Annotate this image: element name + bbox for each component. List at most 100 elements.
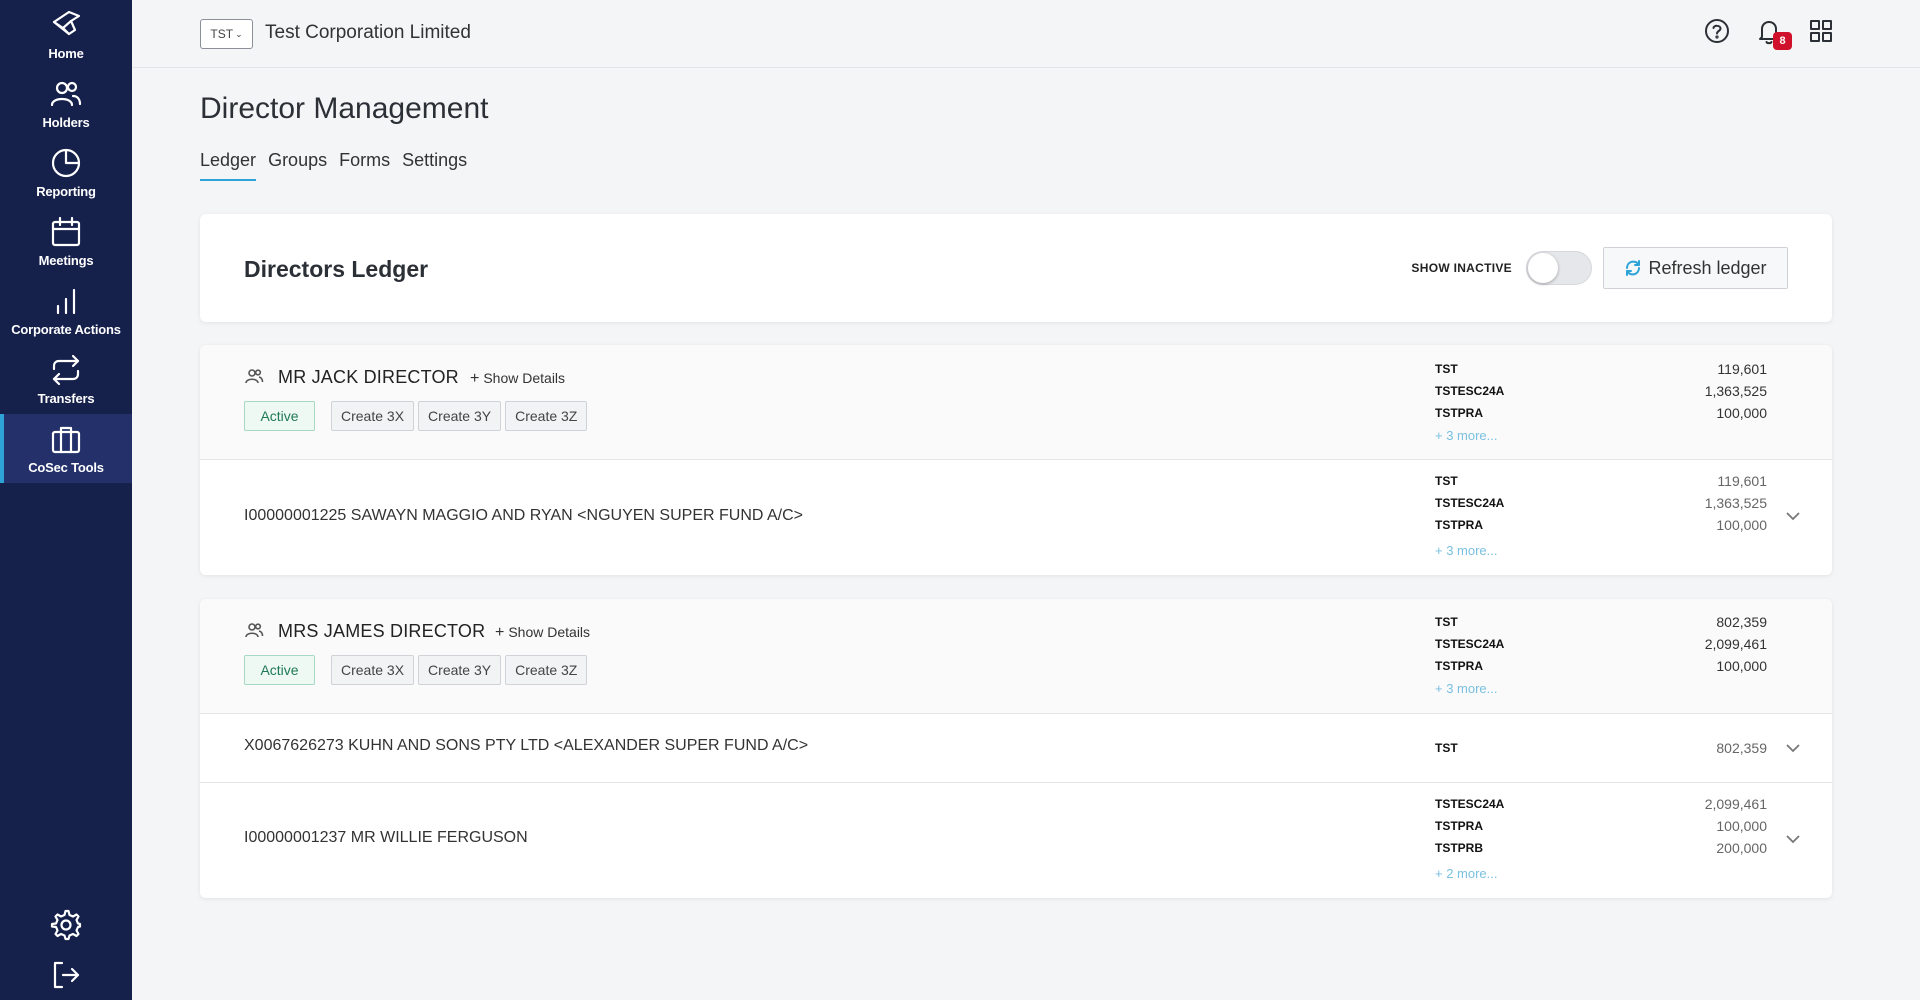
show-details-link[interactable]: + Show Details <box>470 370 565 388</box>
holder-name: X0067626273 KUHN AND SONS PTY LTD <ALEXA… <box>244 737 809 754</box>
status-badge: Active <box>244 655 315 685</box>
holding-code: TSTPRB <box>1435 841 1483 855</box>
status-badge: Active <box>244 401 315 431</box>
create-3z-button[interactable]: Create 3Z <box>505 401 588 431</box>
holder-holdings: TST 119,601 TSTESC24A 1,363,525 TSTPRA 100,… <box>1435 470 1767 561</box>
holder-name: I00000001225 SAWAYN MAGGIO AND RYAN <NGU… <box>244 507 804 524</box>
holding-code: TSTESC24A <box>1435 797 1505 811</box>
sidebar-item-holders[interactable]: Holders <box>0 69 132 138</box>
holding-code: TSTPRA <box>1435 406 1483 420</box>
sidebar: Home Holders Reporting Meetings Corporat… <box>0 0 132 1000</box>
holder-row[interactable]: I00000001237 MR WILLIE FERGUSON TSTESC24… <box>200 783 1832 898</box>
users-icon <box>244 621 264 641</box>
chevron-down-icon[interactable] <box>1784 507 1802 525</box>
sidebar-item-reporting[interactable]: Reporting <box>0 138 132 207</box>
create-3y-button[interactable]: Create 3Y <box>418 655 502 685</box>
top-bar: TST ⌄ Test Corporation Limited 8 <box>132 0 1920 68</box>
sidebar-item-meetings[interactable]: Meetings <box>0 207 132 276</box>
tab-ledger[interactable]: Ledger <box>200 150 257 181</box>
show-details-label: Show Details <box>483 370 566 386</box>
holding-value: 802,359 <box>1716 614 1767 630</box>
director-card: MRS JAMES DIRECTOR + Show Details Active … <box>200 599 1832 898</box>
chevron-down-icon[interactable] <box>1784 739 1802 757</box>
sidebar-item-cosec-tools[interactable]: CoSec Tools <box>0 414 132 483</box>
plus-icon: + <box>495 624 505 641</box>
holding-line: TSTPRA 100,000 <box>1435 655 1767 677</box>
holding-code: TSTPRA <box>1435 819 1483 833</box>
refresh-ledger-button[interactable]: Refresh ledger <box>1603 247 1788 289</box>
more-holdings-link[interactable]: + 2 more... <box>1435 862 1767 884</box>
bar-chart-icon <box>56 288 76 315</box>
director-card: MR JACK DIRECTOR + Show Details Active Cr… <box>200 345 1832 575</box>
logout-icon <box>53 961 80 989</box>
holding-line: TSTPRA 100,000 <box>1435 402 1767 424</box>
grid-icon <box>1810 20 1832 42</box>
users-icon <box>50 81 82 107</box>
settings-button[interactable] <box>0 900 132 950</box>
more-holdings-link[interactable]: + 3 more... <box>1435 677 1767 699</box>
sidebar-item-label: Reporting <box>36 184 96 199</box>
holder-row[interactable]: X0067626273 KUHN AND SONS PTY LTD <ALEXA… <box>200 714 1832 783</box>
holding-code: TSTESC24A <box>1435 384 1505 398</box>
holding-value: 100,000 <box>1716 818 1767 834</box>
create-actions: Create 3X Create 3Y Create 3Z <box>331 401 588 431</box>
holding-value: 802,359 <box>1716 740 1767 756</box>
create-3x-button[interactable]: Create 3X <box>331 401 415 431</box>
director-name: MR JACK DIRECTOR <box>278 367 459 387</box>
show-details-link[interactable]: + Show Details <box>495 624 590 642</box>
director-header: MRS JAMES DIRECTOR + Show Details Active … <box>200 599 1832 714</box>
page-tabs: Ledger Groups Forms Settings <box>200 150 467 181</box>
apps-button[interactable] <box>1806 16 1836 46</box>
sidebar-item-label: Transfers <box>37 391 95 406</box>
chevron-down-icon[interactable] <box>1784 830 1802 848</box>
refresh-ledger-label: Refresh ledger <box>1648 257 1767 278</box>
create-3z-button[interactable]: Create 3Z <box>505 655 588 685</box>
holding-code: TST <box>1435 741 1458 755</box>
sidebar-item-transfers[interactable]: Transfers <box>0 345 132 414</box>
home-icon <box>52 10 81 36</box>
tab-forms[interactable]: Forms <box>339 150 390 181</box>
holding-value: 200,000 <box>1716 840 1767 856</box>
holding-line: TSTESC24A 2,099,461 <box>1435 793 1767 815</box>
logout-button[interactable] <box>0 950 132 1000</box>
pie-chart-icon <box>51 148 81 178</box>
help-button[interactable] <box>1702 16 1732 46</box>
notifications-button[interactable]: 8 <box>1754 16 1792 50</box>
holding-value: 100,000 <box>1716 658 1767 674</box>
plus-icon: + <box>470 370 480 387</box>
briefcase-icon <box>51 426 81 454</box>
holding-value: 2,099,461 <box>1704 636 1767 652</box>
show-inactive-label: SHOW INACTIVE <box>1411 261 1512 275</box>
sidebar-item-label: Holders <box>42 115 90 130</box>
sidebar-item-home[interactable]: Home <box>0 0 132 69</box>
tab-groups[interactable]: Groups <box>268 150 327 181</box>
director-holdings: TST 119,601 TSTESC24A 1,363,525 TSTPRA 100,… <box>1435 358 1767 446</box>
tab-settings[interactable]: Settings <box>402 150 467 181</box>
transfer-icon <box>52 354 80 386</box>
create-actions: Create 3X Create 3Y Create 3Z <box>331 655 588 685</box>
chevron-down-icon: ⌄ <box>235 28 243 39</box>
company-selector[interactable]: TST ⌄ <box>200 19 253 49</box>
sidebar-item-label: Home <box>48 46 84 61</box>
holder-holdings: TST 802,359 <box>1435 737 1767 759</box>
more-holdings-link[interactable]: + 3 more... <box>1435 424 1767 446</box>
show-inactive-toggle[interactable] <box>1526 251 1592 285</box>
holding-code: TSTPRA <box>1435 518 1483 532</box>
more-holdings-link[interactable]: + 3 more... <box>1435 539 1767 561</box>
holder-name: I00000001237 MR WILLIE FERGUSON <box>244 829 528 846</box>
create-3x-button[interactable]: Create 3X <box>331 655 415 685</box>
holding-value: 1,363,525 <box>1704 383 1767 399</box>
holding-line: TSTPRA 100,000 <box>1435 514 1767 536</box>
holding-line: TSTESC24A 1,363,525 <box>1435 492 1767 514</box>
holding-value: 1,363,525 <box>1704 495 1767 511</box>
holding-code: TSTESC24A <box>1435 637 1505 651</box>
sidebar-item-label: CoSec Tools <box>28 460 104 475</box>
sidebar-item-corporate-actions[interactable]: Corporate Actions <box>0 276 132 345</box>
notification-badge: 8 <box>1773 32 1792 50</box>
holder-row[interactable]: I00000001225 SAWAYN MAGGIO AND RYAN <NGU… <box>200 460 1832 575</box>
gear-icon <box>50 909 82 941</box>
holding-line: TST 802,359 <box>1435 737 1767 759</box>
holding-line: TST 802,359 <box>1435 611 1767 633</box>
director-holdings: TST 802,359 TSTESC24A 2,099,461 TSTPRA 100,… <box>1435 611 1767 699</box>
create-3y-button[interactable]: Create 3Y <box>418 401 502 431</box>
